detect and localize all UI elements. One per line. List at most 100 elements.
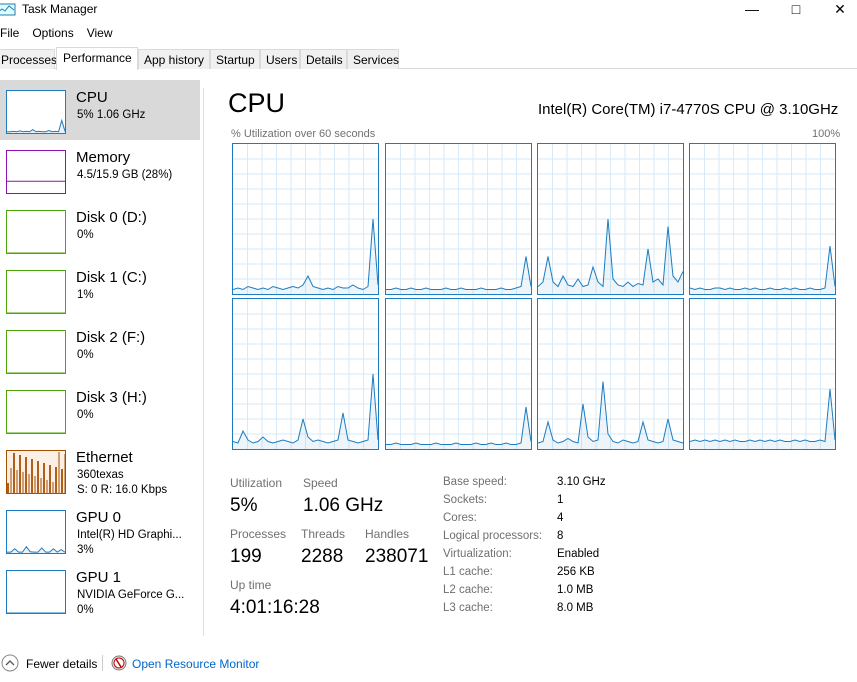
minimize-button[interactable]: — xyxy=(737,0,767,20)
sidebar-item-name: GPU 1 xyxy=(76,569,122,586)
menu-view[interactable]: View xyxy=(87,26,113,40)
graph-fill xyxy=(233,219,378,294)
core-graph-5 xyxy=(385,298,532,450)
sidebar-item-line1: 360texas xyxy=(77,469,124,481)
sidebar-item-name: GPU 0 xyxy=(76,509,122,526)
sidebar-item-line2: S: 0 R: 16.0 Kbps xyxy=(77,484,168,496)
core-graph-1 xyxy=(385,143,532,295)
sidebar-item-disk-2-f[interactable]: Disk 2 (F:) 0% xyxy=(0,320,200,380)
sidebar-item-memory[interactable]: Memory 4.5/15.9 GB (28%) xyxy=(0,140,200,200)
graph-fill xyxy=(233,374,378,449)
footer-separator xyxy=(102,655,103,671)
open-resource-monitor-link[interactable]: Open Resource Monitor xyxy=(132,657,259,671)
sidebar-item-line1: 1% xyxy=(77,289,94,301)
close-button[interactable]: ✕ xyxy=(825,0,855,20)
footer: Fewer details Open Resource Monitor xyxy=(0,652,300,676)
title-bar: Task Manager — □ ✕ xyxy=(0,0,857,20)
sidebar-item-ethernet[interactable]: Ethernet 360texas S: 0 R: 16.0 Kbps xyxy=(0,440,200,500)
fewer-details-link[interactable]: Fewer details xyxy=(26,657,97,671)
graph-max-label: 100% xyxy=(812,128,841,140)
spec-value: Enabled xyxy=(557,548,600,560)
thumbnail-graph xyxy=(6,330,66,374)
task-manager-icon xyxy=(0,3,16,16)
sidebar-item-line1: 0% xyxy=(77,409,94,421)
divider xyxy=(203,88,204,636)
sidebar-item-name: Disk 1 (C:) xyxy=(76,269,147,286)
tab-services[interactable]: Services xyxy=(347,49,399,69)
sidebar-item-disk-0-d[interactable]: Disk 0 (D:) 0% xyxy=(0,200,200,260)
sidebar-item-line1: NVIDIA GeForce G... xyxy=(77,589,185,601)
sidebar-item-name: Disk 0 (D:) xyxy=(76,209,147,226)
graph-bar xyxy=(40,478,42,493)
graph-fill xyxy=(690,389,835,449)
sidebar-item-line2: 3% xyxy=(77,544,94,556)
graph-line xyxy=(538,381,683,444)
tab-processes[interactable]: Processes xyxy=(0,49,57,69)
graph-fill xyxy=(538,381,683,449)
graph-bar xyxy=(46,480,48,493)
thumbnail-graph xyxy=(6,270,66,314)
thumbnail-graph xyxy=(6,210,66,254)
core-graph-7 xyxy=(689,298,836,450)
tab-app-history[interactable]: App history xyxy=(138,49,210,69)
spec-label: L1 cache: xyxy=(443,566,493,578)
maximize-button[interactable]: □ xyxy=(781,0,811,20)
processes-label: Processes xyxy=(230,527,287,541)
graph-bar xyxy=(58,452,60,493)
uptime-value: 4:01:16:28 xyxy=(230,597,320,618)
graph-bar xyxy=(64,454,65,493)
graph-line xyxy=(233,218,378,291)
thumbnail-graph xyxy=(6,390,66,434)
tab-bar: Processes Performance App history Startu… xyxy=(0,47,857,70)
handles-label: Handles xyxy=(365,527,410,541)
sidebar-item-name: Disk 2 (F:) xyxy=(76,329,146,346)
sidebar-item-line1: 0% xyxy=(77,229,94,241)
core-graph-2 xyxy=(537,143,684,295)
spec-label: L3 cache: xyxy=(443,602,493,614)
graph-bar xyxy=(55,467,57,493)
sidebar-item-gpu-1[interactable]: GPU 1 NVIDIA GeForce G... 0% xyxy=(0,560,200,620)
thumbnail-graph xyxy=(6,150,66,194)
sidebar-item-gpu-0[interactable]: GPU 0 Intel(R) HD Graphi... 3% xyxy=(0,500,200,560)
cpu-model: Intel(R) Core(TM) i7-4770S CPU @ 3.10GHz xyxy=(538,101,839,118)
sidebar-item-disk-3-h[interactable]: Disk 3 (H:) 0% xyxy=(0,380,200,440)
tab-details[interactable]: Details xyxy=(300,49,347,69)
graph-bar xyxy=(22,472,24,493)
thumbnail-graph xyxy=(6,90,66,134)
sidebar-item-cpu[interactable]: CPU 5% 1.06 GHz xyxy=(0,80,200,140)
sidebar-item-name: CPU xyxy=(76,89,108,106)
core-graph-4 xyxy=(232,298,379,450)
threads-label: Threads xyxy=(301,527,346,541)
spec-label: L2 cache: xyxy=(443,584,493,596)
spec-value: 8 xyxy=(557,530,564,542)
tab-users[interactable]: Users xyxy=(260,49,300,69)
sidebar-item-name: Ethernet xyxy=(76,449,133,466)
graph-line xyxy=(690,388,835,443)
tab-performance[interactable]: Performance xyxy=(56,47,138,70)
core-graph-3 xyxy=(689,143,836,295)
spec-value: 3.10 GHz xyxy=(557,476,606,488)
sidebar-item-line2: 0% xyxy=(77,604,94,616)
core-graph-0 xyxy=(232,143,379,295)
handles-value: 238071 xyxy=(365,546,429,567)
menu-file[interactable]: File xyxy=(0,26,19,40)
spec-value: 1.0 MB xyxy=(557,584,594,596)
graph-bar xyxy=(19,455,21,493)
uptime-label: Up time xyxy=(230,578,272,592)
graph-bar xyxy=(61,469,63,493)
graph-bar xyxy=(7,483,9,493)
processes-value: 199 xyxy=(230,546,262,567)
tab-startup[interactable]: Startup xyxy=(210,49,260,69)
sidebar-item-name: Memory xyxy=(76,149,131,166)
sidebar-item-disk-1-c[interactable]: Disk 1 (C:) 1% xyxy=(0,260,200,320)
window-title: Task Manager xyxy=(22,2,98,16)
threads-value: 2288 xyxy=(301,546,344,567)
spec-label: Cores: xyxy=(443,512,477,524)
graph-bar xyxy=(16,470,18,493)
spec-label: Virtualization: xyxy=(443,548,512,560)
graph-bar xyxy=(25,457,27,493)
chevron-up-icon[interactable] xyxy=(1,654,19,672)
menu-options[interactable]: Options xyxy=(32,26,73,40)
resource-monitor-icon xyxy=(111,655,127,671)
graph-label: % Utilization over 60 seconds xyxy=(231,128,376,140)
